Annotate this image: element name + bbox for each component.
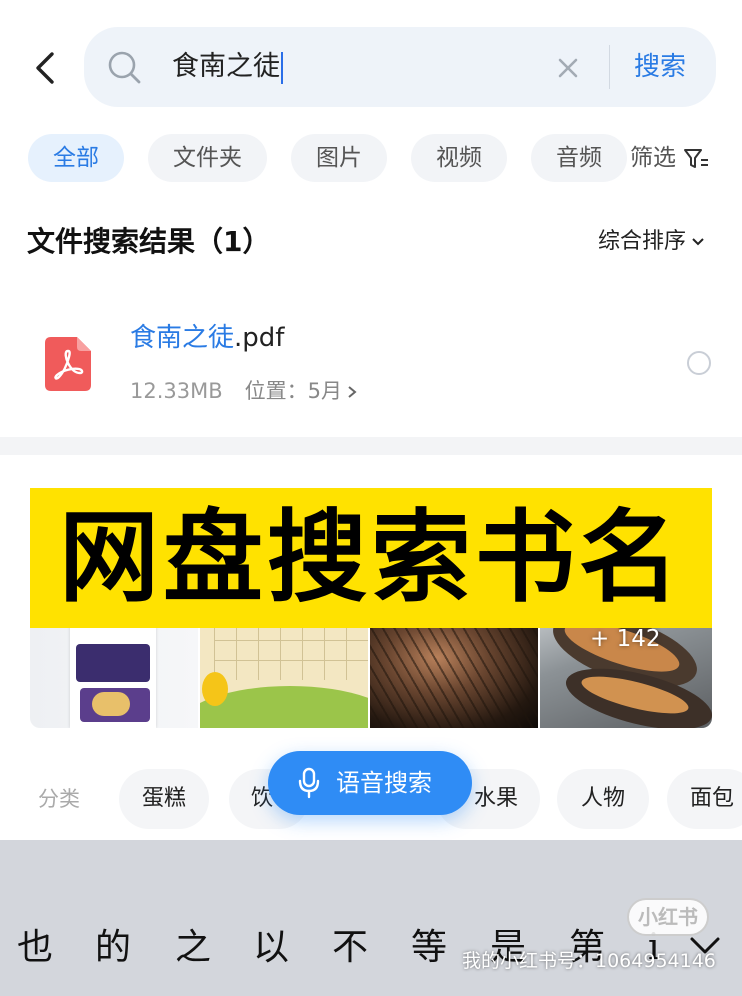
thumb-table xyxy=(214,620,368,680)
more-images-count: + 142 xyxy=(590,626,661,652)
suggestion-word[interactable]: 不 xyxy=(332,918,368,978)
file-extension: .pdf xyxy=(234,323,285,353)
file-size: 12.33MB xyxy=(130,379,223,403)
search-bar: 食南之徒 搜索 xyxy=(84,27,716,107)
thumb-food xyxy=(76,644,150,682)
watermark-logo: 小红书 xyxy=(627,898,709,936)
watermark-text: 我的小红书号：1064954146 xyxy=(462,950,716,972)
select-radio[interactable] xyxy=(687,351,711,375)
voice-search-button[interactable]: 语音搜索 xyxy=(268,751,472,815)
file-list-item[interactable]: 食南之徒.pdf 12.33MB 位置：5月 xyxy=(0,300,742,426)
suggestion-word[interactable]: 以 xyxy=(253,918,289,978)
category-chip[interactable]: 蛋糕 xyxy=(119,769,209,829)
back-arrow-icon[interactable] xyxy=(28,48,62,88)
clear-icon[interactable] xyxy=(554,54,582,82)
filter-button[interactable]: 筛选 xyxy=(630,140,710,176)
category-label: 分类 xyxy=(38,787,80,811)
results-title: 文件搜索结果（1） xyxy=(27,225,271,258)
file-meta: 12.33MB 位置：5月 xyxy=(130,374,358,408)
voice-search-label: 语音搜索 xyxy=(336,769,432,797)
thumb-food xyxy=(92,692,130,716)
file-type-tabs: 全部 文件夹 图片 视频 音频 xyxy=(28,134,627,182)
tab-folder[interactable]: 文件夹 xyxy=(148,134,267,182)
pdf-file-icon xyxy=(45,337,91,391)
filter-icon xyxy=(684,148,708,168)
category-chip[interactable]: 人物 xyxy=(557,769,649,829)
keyboard-input-area xyxy=(0,840,742,900)
suggestion-word[interactable]: 等 xyxy=(411,918,447,978)
file-name: 食南之徒.pdf xyxy=(130,318,284,358)
tab-all[interactable]: 全部 xyxy=(28,134,124,182)
sort-label: 综合排序 xyxy=(598,229,687,254)
search-icon xyxy=(108,51,141,84)
sort-dropdown[interactable]: 综合排序 xyxy=(598,224,706,260)
search-button[interactable]: 搜索 xyxy=(634,47,686,87)
microphone-icon xyxy=(298,767,320,799)
chevron-down-icon xyxy=(692,238,704,246)
section-divider xyxy=(0,437,742,455)
divider xyxy=(609,45,610,89)
suggestion-word[interactable]: 之 xyxy=(175,918,211,978)
chevron-right-icon xyxy=(348,386,357,398)
page: 食南之徒 搜索 全部 文件夹 图片 视频 音频 筛选 文件搜索结果（1） 综合排… xyxy=(0,0,742,996)
tab-video[interactable]: 视频 xyxy=(411,134,507,182)
search-query: 食南之徒 xyxy=(172,51,280,82)
thumb-sun xyxy=(202,672,228,706)
text-caret xyxy=(281,51,283,84)
filter-label: 筛选 xyxy=(630,145,676,171)
file-location-link[interactable]: 位置：5月 xyxy=(245,379,358,403)
suggestion-word[interactable]: 的 xyxy=(95,918,131,978)
tab-audio[interactable]: 音频 xyxy=(531,134,627,182)
banner-overlay: 网盘搜索书名 xyxy=(30,488,712,628)
category-chip[interactable]: 面包 xyxy=(667,769,742,829)
search-input[interactable]: 食南之徒 xyxy=(172,45,522,89)
file-name-match: 食南之徒 xyxy=(130,323,235,353)
file-location: 位置：5月 xyxy=(244,379,343,403)
suggestion-word[interactable]: 也 xyxy=(17,918,53,978)
tab-image[interactable]: 图片 xyxy=(291,134,387,182)
